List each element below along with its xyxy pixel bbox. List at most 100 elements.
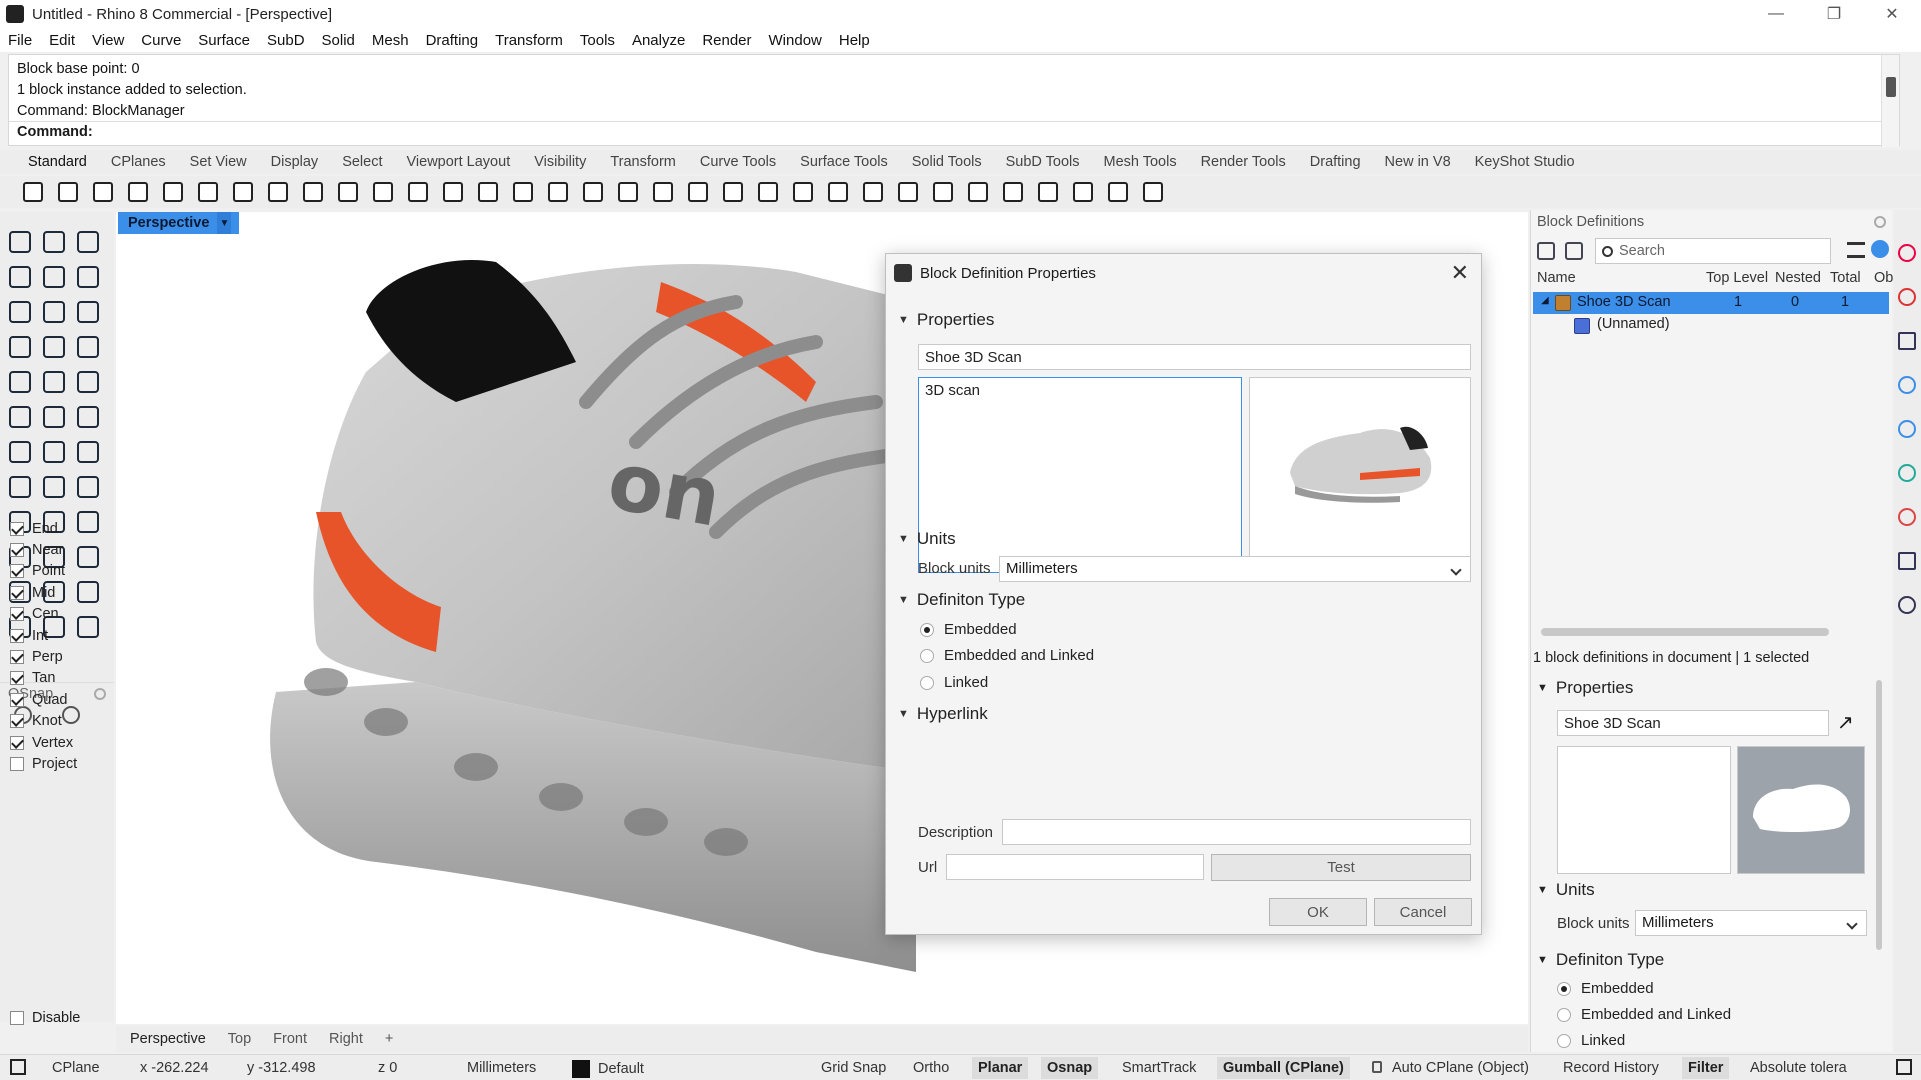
column-total[interactable]: Total: [1830, 270, 1861, 286]
tab-display[interactable]: Display: [271, 154, 319, 170]
status-record-history[interactable]: Record History: [1563, 1060, 1659, 1076]
tab-viewport-layout[interactable]: Viewport Layout: [407, 154, 511, 170]
menu-subd[interactable]: SubD: [267, 32, 305, 49]
osnap-checkbox[interactable]: [10, 671, 24, 686]
cplane-icon[interactable]: [685, 179, 711, 205]
osnap-checkbox[interactable]: [10, 756, 24, 771]
radio-embedded[interactable]: Embedded: [920, 621, 1017, 638]
chevron-down-icon[interactable]: ▼: [1537, 954, 1548, 966]
section-hyperlink[interactable]: ▼ Hyperlink: [898, 704, 988, 724]
osnap-disable[interactable]: Disable: [10, 1010, 80, 1026]
arc-icon[interactable]: [74, 298, 102, 326]
flag-icon[interactable]: [1000, 179, 1026, 205]
osnap-int[interactable]: Int: [10, 625, 77, 646]
radio-button[interactable]: [920, 648, 934, 663]
polygon-icon[interactable]: [6, 298, 34, 326]
command-prompt[interactable]: Command:: [17, 124, 93, 140]
copy-icon[interactable]: [230, 179, 256, 205]
offset-icon[interactable]: [40, 333, 68, 361]
new-icon[interactable]: [20, 179, 46, 205]
gear-icon[interactable]: [94, 687, 106, 700]
chevron-down-icon[interactable]: ▼: [898, 708, 909, 720]
notification-icon[interactable]: [1898, 420, 1916, 438]
ok-button[interactable]: OK: [1269, 898, 1367, 926]
column-top-level[interactable]: Top Level: [1706, 270, 1768, 286]
filter-icon[interactable]: [1565, 242, 1583, 260]
shade-icon[interactable]: [895, 179, 921, 205]
chevron-down-icon[interactable]: ▼: [217, 212, 232, 234]
search-input[interactable]: Search: [1595, 238, 1831, 264]
radio-button[interactable]: [920, 675, 934, 690]
chevron-down-icon[interactable]: ▼: [1537, 884, 1548, 896]
block-description-textarea[interactable]: 3D scan: [918, 377, 1242, 573]
status-grid-snap[interactable]: Grid Snap: [821, 1060, 886, 1076]
menu-solid[interactable]: Solid: [322, 32, 355, 49]
ellipse-icon[interactable]: [74, 263, 102, 291]
split-icon[interactable]: [6, 438, 34, 466]
environment-icon[interactable]: [1898, 464, 1916, 482]
analyze-icon[interactable]: [74, 543, 102, 571]
color-wheel-icon[interactable]: [860, 179, 886, 205]
cylinder-icon[interactable]: [74, 368, 102, 396]
snap-icon[interactable]: [720, 179, 746, 205]
status-gumball[interactable]: Gumball (CPlane): [1217, 1057, 1350, 1079]
osnap-project[interactable]: Project: [10, 753, 77, 774]
trim-icon[interactable]: [74, 333, 102, 361]
section-definition-type[interactable]: ▼ Definiton Type: [1537, 950, 1664, 970]
join-icon[interactable]: [40, 438, 68, 466]
horizontal-scrollbar[interactable]: [1541, 628, 1829, 636]
menu-edit[interactable]: Edit: [49, 32, 75, 49]
zoom-extents-icon[interactable]: [475, 179, 501, 205]
circle-icon[interactable]: [40, 263, 68, 291]
osnap-knot[interactable]: Knot: [10, 711, 77, 732]
array-icon[interactable]: [6, 473, 34, 501]
help-icon[interactable]: [1871, 240, 1889, 258]
rotate-icon[interactable]: [370, 179, 396, 205]
osnap-checkbox[interactable]: [10, 628, 24, 643]
column-nested[interactable]: Nested: [1775, 270, 1821, 286]
status-layer[interactable]: Default: [572, 1060, 644, 1078]
fillet-icon[interactable]: [6, 333, 34, 361]
tab-select[interactable]: Select: [342, 154, 382, 170]
chevron-down-icon[interactable]: ▼: [898, 314, 909, 326]
save-icon[interactable]: [90, 179, 116, 205]
block-units-select[interactable]: Millimeters: [1635, 910, 1867, 936]
menu-render[interactable]: Render: [702, 32, 751, 49]
menu-view[interactable]: View: [92, 32, 124, 49]
color-icon[interactable]: [1898, 244, 1916, 262]
lock-icon[interactable]: [790, 179, 816, 205]
osnap-quad[interactable]: Quad: [10, 689, 77, 710]
tab-standard[interactable]: Standard: [28, 154, 87, 170]
camera-icon[interactable]: [1898, 552, 1916, 570]
minimize-button[interactable]: —: [1747, 0, 1805, 28]
rotate-view-icon[interactable]: [545, 179, 571, 205]
osnap-perp[interactable]: Perp: [10, 646, 77, 667]
rectangle-icon[interactable]: [40, 298, 68, 326]
zoom-selected-icon[interactable]: [510, 179, 536, 205]
grid-icon[interactable]: [650, 179, 676, 205]
layers-icon[interactable]: [1898, 596, 1916, 614]
light-icon[interactable]: [755, 179, 781, 205]
osnap-checkbox[interactable]: [10, 564, 24, 579]
hyperlink-description-input[interactable]: [1002, 819, 1471, 845]
lock-icon[interactable]: [1372, 1061, 1382, 1073]
menu-curve[interactable]: Curve: [141, 32, 181, 49]
status-cplane[interactable]: CPlane: [52, 1060, 100, 1076]
radio-embedded[interactable]: Embedded: [1557, 980, 1654, 997]
vertical-scrollbar[interactable]: [1876, 680, 1882, 950]
menu-analyze[interactable]: Analyze: [632, 32, 685, 49]
point-icon[interactable]: [40, 228, 68, 256]
section-properties[interactable]: ▼ Properties: [898, 310, 994, 330]
move-icon[interactable]: [40, 473, 68, 501]
menu-file[interactable]: File: [8, 32, 32, 49]
column-objects[interactable]: Ob: [1874, 270, 1893, 286]
export-icon[interactable]: [160, 179, 186, 205]
tab-keyshot-studio[interactable]: KeyShot Studio: [1475, 154, 1575, 170]
status-auto-cplane[interactable]: Auto CPlane (Object): [1392, 1060, 1529, 1076]
radio-linked[interactable]: Linked: [920, 674, 988, 691]
tab-set-view[interactable]: Set View: [190, 154, 247, 170]
extrude-icon[interactable]: [40, 403, 68, 431]
row-name[interactable]: (Unnamed): [1597, 316, 1670, 332]
menu-transform[interactable]: Transform: [495, 32, 563, 49]
command-scrollbar[interactable]: [1881, 55, 1899, 147]
